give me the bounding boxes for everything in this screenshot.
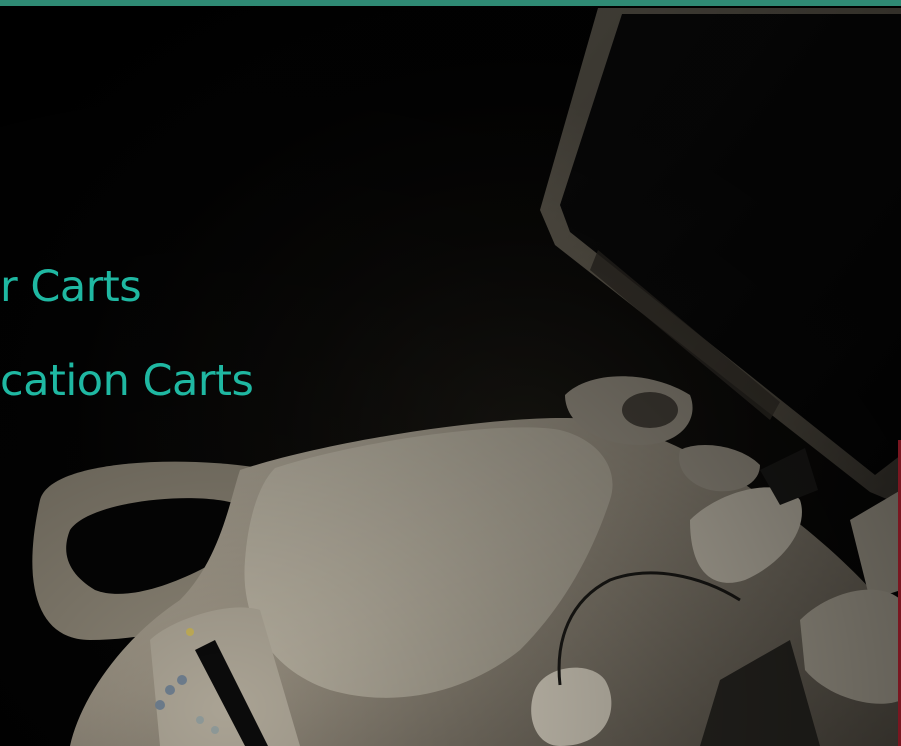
- accent-bar: [0, 0, 901, 6]
- headline-line-1[interactable]: r Carts: [0, 266, 142, 309]
- hero-banner: r Carts cation Carts: [0, 0, 901, 746]
- headline-line-2[interactable]: cation Carts: [0, 360, 254, 403]
